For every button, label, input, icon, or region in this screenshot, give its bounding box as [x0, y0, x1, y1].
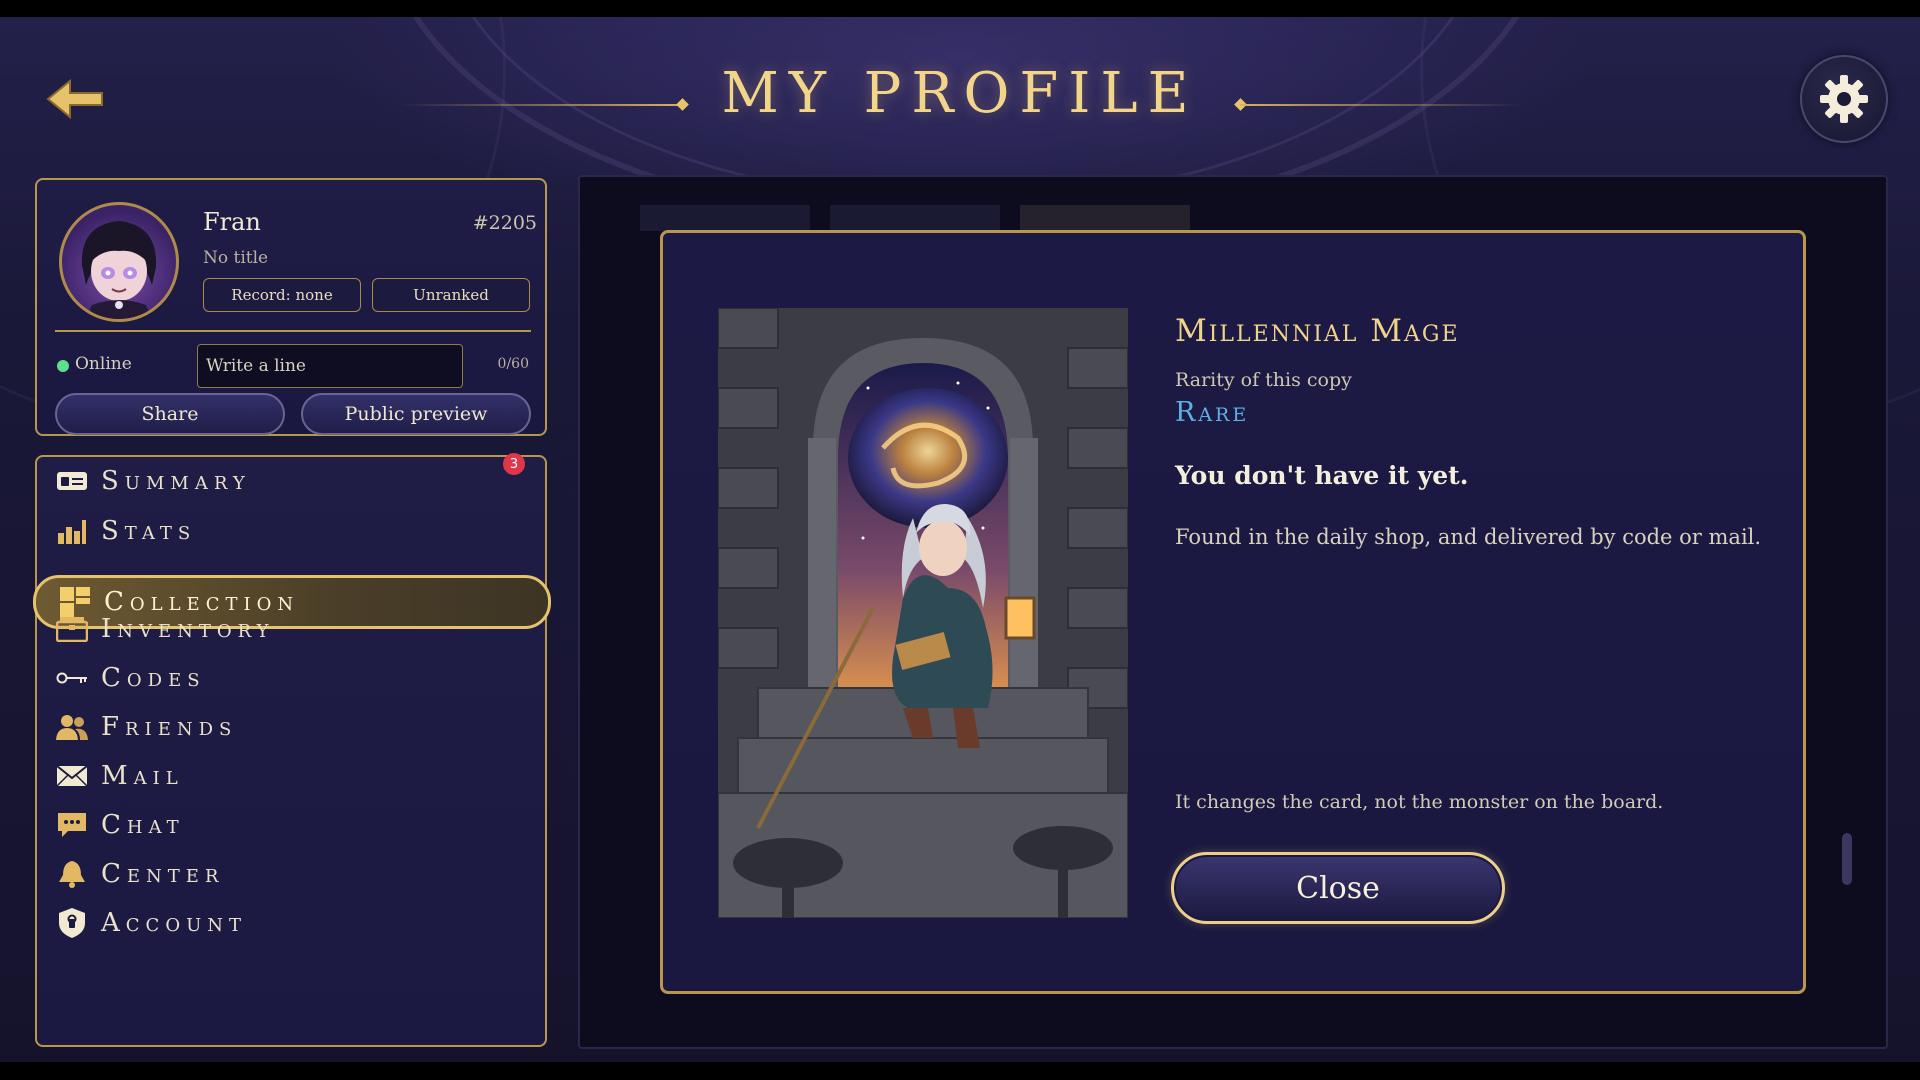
avatar-portrait — [81, 221, 157, 319]
notification-badge: 3 — [503, 453, 525, 475]
shield-icon — [55, 906, 89, 940]
page-title: MY PROFILE — [721, 61, 1199, 126]
card-name: Millennial Mage — [1175, 313, 1460, 349]
nav-label: Chat — [101, 810, 185, 840]
friends-icon — [55, 710, 89, 744]
card-detail-modal: Millennial Mage Rarity of this copy Rare… — [660, 230, 1806, 994]
close-button[interactable]: Close — [1171, 852, 1505, 924]
user-tag: #2205 — [472, 212, 537, 234]
letterbox-bottom — [0, 1062, 1920, 1080]
bell-icon — [55, 857, 89, 891]
share-button[interactable]: Share — [55, 393, 285, 435]
nav-item-friends[interactable]: Friends — [33, 701, 551, 753]
rarity-value: Rare — [1175, 397, 1250, 428]
collection-tab[interactable] — [1020, 205, 1190, 231]
username: Fran — [203, 208, 261, 236]
title-ornament-line — [1240, 104, 1522, 106]
nav-item-center[interactable]: Center — [33, 848, 551, 900]
title-ornament-diamond — [676, 98, 689, 111]
nav-item-summary[interactable]: Summary 3 — [33, 453, 551, 507]
divider — [55, 330, 531, 332]
nav-label: Friends — [101, 712, 238, 742]
settings-button[interactable] — [1800, 55, 1888, 143]
collection-tab-row — [640, 205, 1840, 231]
nav-item-chat[interactable]: Chat — [33, 799, 551, 851]
chest-icon — [55, 612, 89, 646]
collection-tab[interactable] — [830, 205, 1000, 231]
public-preview-button[interactable]: Public preview — [301, 393, 531, 435]
rank-chip[interactable]: Unranked — [372, 278, 530, 312]
card-art-illustration — [718, 308, 1128, 918]
key-icon — [55, 661, 89, 695]
nav-item-account[interactable]: Account — [33, 897, 551, 949]
online-status-dot — [57, 360, 69, 372]
profile-nav: Summary 3 Stats Collection Inventory Cod… — [33, 453, 551, 1047]
user-title: No title — [203, 248, 269, 268]
nav-item-mail[interactable]: Mail — [33, 750, 551, 802]
chat-icon — [55, 808, 89, 842]
nav-label: Codes — [101, 663, 206, 693]
mail-icon — [55, 759, 89, 793]
ownership-status: You don't have it yet. — [1175, 461, 1469, 490]
nav-label: Mail — [101, 761, 184, 791]
bar-chart-icon — [55, 514, 89, 548]
rarity-label: Rarity of this copy — [1175, 369, 1352, 391]
record-chip[interactable]: Record: none — [203, 278, 361, 312]
title-ornament-line — [400, 104, 682, 106]
id-card-icon — [55, 464, 89, 498]
letterbox-top — [0, 0, 1920, 17]
nav-label: Center — [101, 859, 225, 889]
card-artwork — [718, 308, 1128, 918]
gear-icon — [1820, 75, 1868, 123]
nav-label: Stats — [101, 516, 197, 546]
status-line-input[interactable] — [197, 344, 463, 388]
collection-tab[interactable] — [640, 205, 810, 231]
page-header: MY PROFILE — [400, 57, 1522, 137]
acquisition-description: Found in the daily shop, and delivered b… — [1175, 525, 1762, 549]
scrollbar[interactable] — [1842, 833, 1852, 885]
nav-item-codes[interactable]: Codes — [33, 652, 551, 704]
nav-label: Account — [101, 908, 248, 938]
profile-screen: MY PROFILE Fran #2205 No title Record: n… — [0, 17, 1920, 1062]
arrow-left-icon — [46, 78, 103, 120]
profile-card: Fran #2205 No title Record: none Unranke… — [35, 178, 547, 436]
cosmetic-note: It changes the card, not the monster on … — [1175, 791, 1664, 813]
nav-item-inventory[interactable]: Inventory — [33, 603, 551, 655]
back-button[interactable] — [44, 75, 108, 123]
online-status-label: Online — [75, 354, 132, 374]
avatar[interactable] — [59, 202, 179, 322]
nav-label: Summary — [101, 466, 251, 496]
nav-item-stats[interactable]: Stats — [33, 505, 551, 557]
nav-label: Inventory — [101, 614, 275, 644]
status-line-counter: 0/60 — [497, 356, 529, 372]
